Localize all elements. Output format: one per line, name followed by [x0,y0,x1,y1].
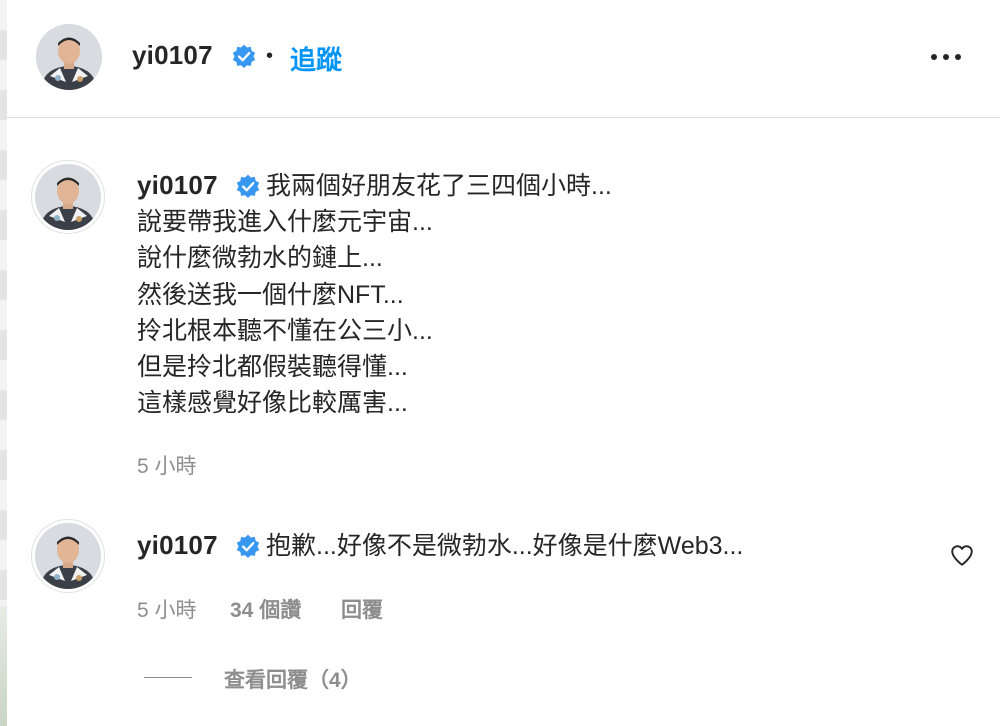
caption-line: 說要帶我進入什麼元宇宙... [137,208,433,236]
comment-timestamp[interactable]: 5 小時 [137,594,197,624]
header-username[interactable]: yi0107 [132,40,213,71]
header-avatar[interactable] [36,24,102,90]
comment-likes-count[interactable]: 34 個讚 [230,594,301,624]
comment-text: 抱歉...好像不是微勃水...好像是什麼Web3... [266,532,744,560]
separator-dot: • [266,45,274,67]
post-avatar[interactable] [35,164,101,230]
caption-line: 但是拎北都假裝聽得懂... [137,353,408,381]
caption-line: 這樣感覺好像比較厲害... [137,389,408,417]
follow-button[interactable]: 追蹤 [290,40,342,77]
post-username[interactable]: yi0107 [137,170,218,201]
heart-icon[interactable] [949,542,975,568]
more-options-icon[interactable] [931,54,961,60]
verified-badge-icon [236,534,260,559]
caption-line: 拎北根本聽不懂在公三小... [137,317,433,345]
comment-avatar[interactable] [35,523,101,589]
view-replies-button[interactable]: 查看回覆（4） [224,664,362,694]
verified-badge-icon [232,44,256,69]
caption-line: 我兩個好朋友花了三四個小時... [266,172,612,200]
caption-line: 然後送我一個什麼NFT... [137,281,404,309]
caption-line: 說什麼微勃水的鏈上... [137,244,383,272]
post-timestamp[interactable]: 5 小時 [137,450,197,480]
background-edge [0,0,7,726]
post-header: yi0107 • 追蹤 [7,0,1000,118]
comment-username[interactable]: yi0107 [137,530,218,561]
verified-badge-icon [236,174,260,199]
reply-button[interactable]: 回覆 [341,594,383,624]
replies-divider [144,677,192,678]
